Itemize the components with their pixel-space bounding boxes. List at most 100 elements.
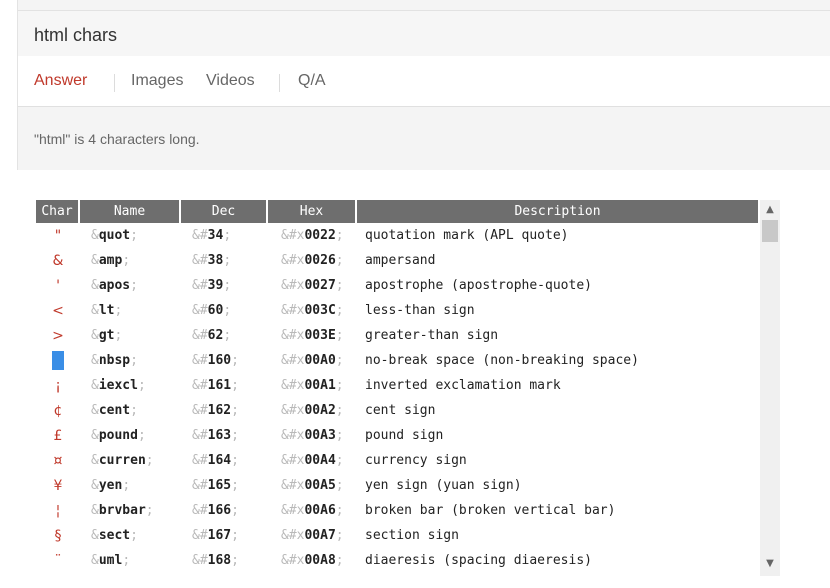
column-header-char[interactable]: Char <box>36 200 80 223</box>
entity-name: &lt; <box>91 303 123 318</box>
table-row: & &amp; &#38; &#x0026; ampersand <box>36 248 758 273</box>
entity-decimal: &#166; <box>192 503 239 518</box>
char-glyph: £ <box>53 427 63 444</box>
result-tabs: Answer Images Videos Q/A <box>18 56 830 107</box>
entity-decimal: &#38; <box>192 253 232 268</box>
entity-name: &apos; <box>91 278 138 293</box>
search-panel: Answer Images Videos Q/A "html" is 4 cha… <box>17 0 830 170</box>
entity-decimal: &#34; <box>192 228 232 243</box>
tab-images[interactable]: Images <box>131 72 183 90</box>
entity-decimal: &#60; <box>192 303 232 318</box>
table-header-row: Char Name Dec Hex Description <box>36 200 758 223</box>
table-row: ¨ &uml; &#168; &#x00A8; diaeresis (spacing d… <box>36 548 758 573</box>
char-description: currency sign <box>365 453 467 468</box>
table-row: ¢ &cent; &#162; &#x00A2; cent sign <box>36 398 758 423</box>
entity-name: &iexcl; <box>91 378 146 393</box>
scroll-up-arrow-icon[interactable]: ▲ <box>760 202 780 218</box>
entity-hex: &#x00A7; <box>281 528 344 543</box>
char-glyph: < <box>52 302 64 319</box>
entity-name: &uml; <box>91 553 131 568</box>
answer-summary: "html" is 4 characters long. <box>34 131 200 147</box>
entity-decimal: &#167; <box>192 528 239 543</box>
char-glyph: ' <box>56 277 60 294</box>
entity-hex: &#x00A3; <box>281 428 344 443</box>
char-glyph: ¤ <box>53 452 63 469</box>
entity-name: &amp; <box>91 253 131 268</box>
char-description: less-than sign <box>365 303 475 318</box>
column-header-hex[interactable]: Hex <box>268 200 357 223</box>
tab-answer[interactable]: Answer <box>34 72 87 90</box>
char-description: yen sign (yuan sign) <box>365 478 522 493</box>
char-glyph: > <box>52 327 64 344</box>
entity-hex: &#x0027; <box>281 278 344 293</box>
scrollbar-thumb[interactable] <box>762 220 778 242</box>
char-glyph: ¡ <box>55 377 61 394</box>
entity-hex: &#x0026; <box>281 253 344 268</box>
char-description: ampersand <box>365 253 436 268</box>
tab-divider <box>114 74 115 92</box>
entity-decimal: &#164; <box>192 453 239 468</box>
char-glyph: ¦ <box>55 502 61 519</box>
tab-divider <box>279 74 280 92</box>
search-box <box>18 10 830 58</box>
entity-name: &curren; <box>91 453 154 468</box>
char-description: quotation mark (APL quote) <box>365 228 569 243</box>
char-description: inverted exclamation mark <box>365 378 561 393</box>
char-glyph: & <box>52 252 64 269</box>
entity-hex: &#x00A8; <box>281 553 344 568</box>
char-glyph: § <box>54 527 62 544</box>
char-glyph <box>36 348 80 373</box>
entity-name: &sect; <box>91 528 138 543</box>
entity-hex: &#x00A0; <box>281 353 344 368</box>
char-description: no-break space (non-breaking space) <box>365 353 639 368</box>
entity-name: &pound; <box>91 428 146 443</box>
table-row: § &sect; &#167; &#x00A7; section sign <box>36 523 758 548</box>
table-row: ¦ &brvbar; &#166; &#x00A6; broken bar (broke… <box>36 498 758 523</box>
char-description: section sign <box>365 528 459 543</box>
column-header-description[interactable]: Description <box>357 200 758 223</box>
entity-decimal: &#168; <box>192 553 239 568</box>
char-description: greater-than sign <box>365 328 499 343</box>
entity-decimal: &#39; <box>192 278 232 293</box>
entity-decimal: &#165; <box>192 478 239 493</box>
char-glyph: ¢ <box>53 402 63 419</box>
search-input[interactable] <box>34 23 794 47</box>
entity-hex: &#x00A2; <box>281 403 344 418</box>
tab-qa[interactable]: Q/A <box>298 72 326 90</box>
entity-hex: &#x00A6; <box>281 503 344 518</box>
table-row: < &lt; &#60; &#x003C; less-than sign <box>36 298 758 323</box>
entity-name: &cent; <box>91 403 138 418</box>
entity-hex: &#x00A1; <box>281 378 344 393</box>
entity-name: &gt; <box>91 328 123 343</box>
table-row: &nbsp; &#160; &#x00A0; no-break space (non-… <box>36 348 758 373</box>
entity-name: &yen; <box>91 478 131 493</box>
table-row: ¥ &yen; &#165; &#x00A5; yen sign (yuan sign) <box>36 473 758 498</box>
entity-hex: &#x003C; <box>281 303 344 318</box>
table-row: ¡ &iexcl; &#161; &#x00A1; inverted exclamati… <box>36 373 758 398</box>
entity-hex: &#x0022; <box>281 228 344 243</box>
table-row: " &quot; &#34; &#x0022; quotation mark (APL … <box>36 223 758 248</box>
char-description: pound sign <box>365 428 444 443</box>
tab-videos[interactable]: Videos <box>206 72 255 90</box>
entity-decimal: &#163; <box>192 428 239 443</box>
table-row: £ &pound; &#163; &#x00A3; pound sign <box>36 423 758 448</box>
entity-hex: &#x003E; <box>281 328 344 343</box>
entity-hex: &#x00A5; <box>281 478 344 493</box>
char-description: diaeresis (spacing diaeresis) <box>365 553 592 568</box>
nbsp-highlight <box>52 351 64 370</box>
column-header-name[interactable]: Name <box>80 200 181 223</box>
entity-decimal: &#160; <box>192 353 239 368</box>
char-table: Char Name Dec Hex Description " &quot; &#3… <box>36 200 758 573</box>
table-row: ' &apos; &#39; &#x0027; apostrophe (apostrop… <box>36 273 758 298</box>
entity-decimal: &#162; <box>192 403 239 418</box>
vertical-scrollbar[interactable]: ▲ ▼ <box>760 200 780 576</box>
scroll-down-arrow-icon[interactable]: ▼ <box>760 556 780 572</box>
entity-hex: &#x00A4; <box>281 453 344 468</box>
char-glyph: ¥ <box>53 477 63 494</box>
char-table-container: Char Name Dec Hex Description " &quot; &#3… <box>36 200 780 576</box>
entity-name: &quot; <box>91 228 138 243</box>
char-description: apostrophe (apostrophe-quote) <box>365 278 592 293</box>
entity-name: &brvbar; <box>91 503 154 518</box>
char-glyph: ¨ <box>54 552 62 569</box>
column-header-dec[interactable]: Dec <box>181 200 268 223</box>
